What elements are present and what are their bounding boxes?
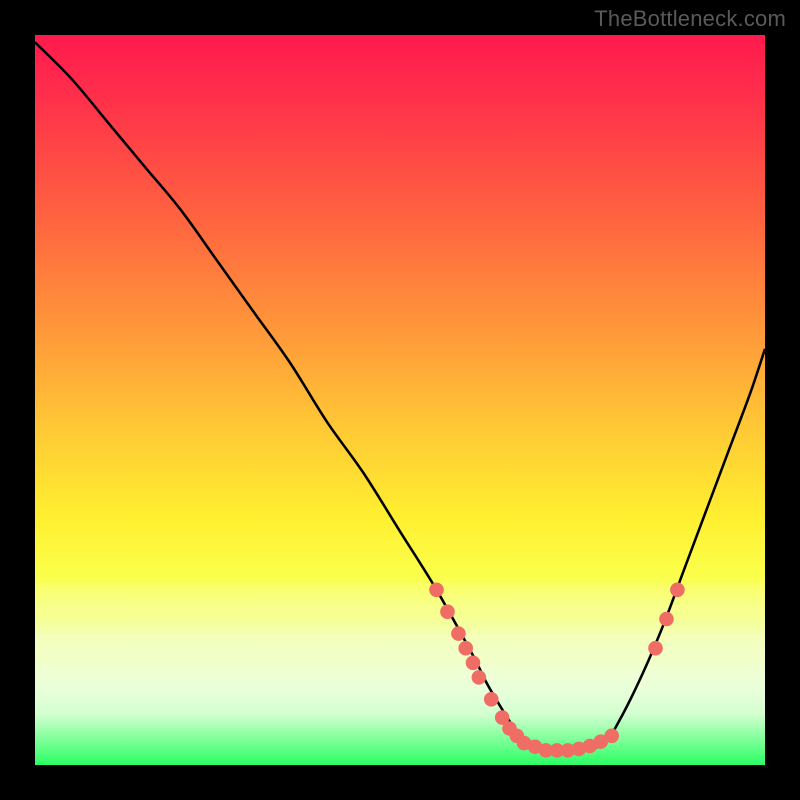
data-point [472, 670, 487, 685]
data-point [484, 692, 499, 707]
chart-plot-area [35, 35, 765, 765]
data-point [451, 626, 466, 641]
data-point [429, 583, 444, 598]
data-point [648, 641, 663, 656]
data-point [604, 729, 619, 744]
data-point [458, 641, 473, 656]
watermark-text: TheBottleneck.com [594, 6, 786, 32]
chart-svg [35, 35, 765, 765]
data-point [466, 656, 481, 671]
data-point [659, 612, 674, 627]
data-point [440, 604, 455, 619]
data-point [670, 583, 685, 598]
data-points-group [429, 583, 685, 758]
